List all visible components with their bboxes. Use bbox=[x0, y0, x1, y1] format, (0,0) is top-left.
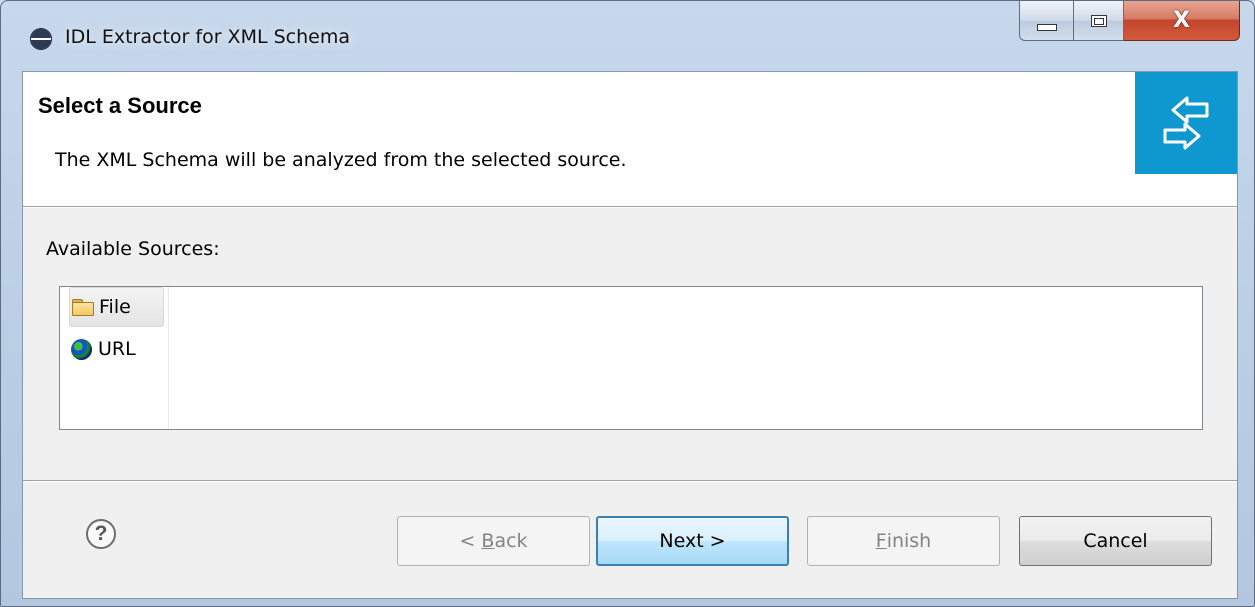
list-item-url[interactable]: URL bbox=[69, 329, 164, 369]
window-title: IDL Extractor for XML Schema bbox=[65, 26, 350, 48]
button-bar-divider-highlight bbox=[23, 481, 1237, 482]
close-icon: X bbox=[1173, 8, 1190, 33]
sources-list[interactable]: File URL bbox=[59, 286, 1203, 430]
wizard-header: Select a Source The XML Schema will be a… bbox=[23, 72, 1237, 207]
back-mnemonic: B bbox=[481, 530, 495, 552]
page-description: The XML Schema will be analyzed from the… bbox=[55, 149, 627, 171]
maximize-button[interactable] bbox=[1074, 1, 1124, 41]
eclipse-icon bbox=[31, 29, 51, 49]
minimize-button[interactable] bbox=[1019, 1, 1074, 41]
dialog-client-area: Select a Source The XML Schema will be a… bbox=[22, 71, 1238, 599]
back-button[interactable]: < Back bbox=[397, 516, 590, 566]
page-title: Select a Source bbox=[38, 93, 202, 118]
next-button[interactable]: Next > bbox=[596, 516, 789, 566]
list-item-label: URL bbox=[98, 338, 136, 360]
back-prefix: < bbox=[459, 530, 482, 552]
import-arrows-icon bbox=[1135, 72, 1237, 174]
minimize-icon bbox=[1036, 24, 1057, 31]
dialog-window: IDL Extractor for XML Schema X Select a … bbox=[0, 0, 1255, 607]
folder-icon bbox=[72, 299, 94, 316]
finish-button[interactable]: Finish bbox=[807, 516, 1000, 566]
available-sources-label: Available Sources: bbox=[46, 238, 220, 260]
cancel-button[interactable]: Cancel bbox=[1019, 516, 1212, 566]
close-button[interactable]: X bbox=[1124, 1, 1240, 41]
back-rest: ack bbox=[494, 530, 528, 552]
header-separator bbox=[23, 207, 1237, 208]
list-item-file[interactable]: File bbox=[69, 287, 164, 327]
title-bar[interactable]: IDL Extractor for XML Schema X bbox=[1, 1, 1254, 75]
finish-rest: inish bbox=[886, 530, 932, 552]
list-item-label: File bbox=[99, 296, 131, 318]
maximize-icon bbox=[1090, 14, 1107, 27]
finish-mnemonic: F bbox=[875, 530, 887, 552]
globe-icon bbox=[71, 338, 92, 360]
help-button[interactable]: ? bbox=[86, 519, 116, 549]
